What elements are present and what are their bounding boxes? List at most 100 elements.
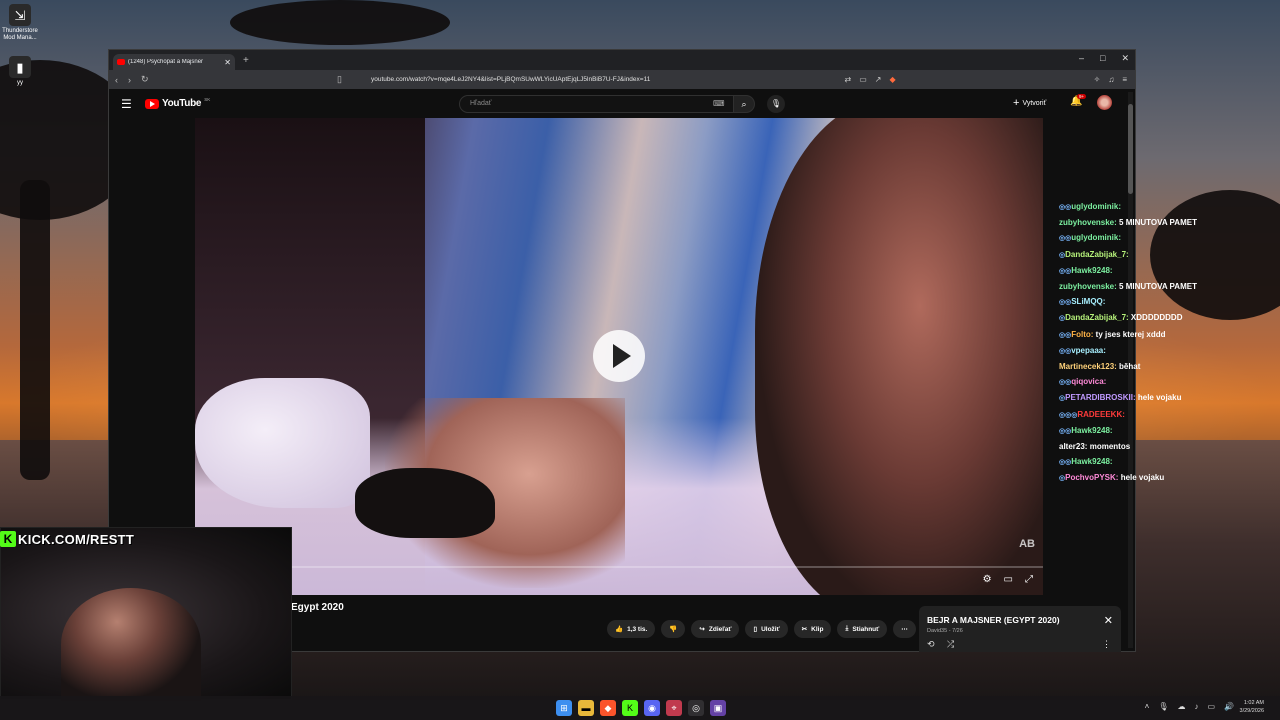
- download-label: Stiahnuť: [852, 625, 880, 633]
- chat-message: ◎◎uglydominik:: [1059, 230, 1229, 246]
- search-input[interactable]: Hľadať: [459, 95, 735, 113]
- discord-icon[interactable]: ◉: [644, 700, 660, 716]
- url-field[interactable]: youtube.com/watch?v=mqe4LeJ2NY4&list=PLj…: [371, 76, 650, 83]
- shuffle-icon[interactable]: ⤮: [947, 639, 954, 650]
- theater-mode-icon[interactable]: ▭: [1004, 574, 1013, 585]
- brave-browser-icon[interactable]: ◆: [600, 700, 616, 716]
- maximize-icon[interactable]: □: [1100, 53, 1105, 64]
- minimize-icon[interactable]: –: [1079, 53, 1084, 64]
- taskbar-apps: ⊞ ▬ ◆ K ◉ ⌖ ◎ ▣: [556, 700, 726, 716]
- chat-username[interactable]: vpepaaa:: [1071, 346, 1106, 355]
- file-explorer-icon[interactable]: ▬: [578, 700, 594, 716]
- extensions-icon[interactable]: ✧: [1094, 75, 1101, 84]
- player-controls-right: ⚙ ▭ ⤢: [983, 574, 1033, 585]
- chat-username[interactable]: uglydominik:: [1071, 233, 1121, 242]
- bookmark-icon[interactable]: ▯: [337, 74, 342, 85]
- chat-message: alter23: momentos: [1059, 439, 1229, 454]
- download-button[interactable]: ⤓ Stiahnuť: [837, 620, 888, 638]
- chat-message: ◎◎Hawk9248:: [1059, 454, 1229, 470]
- chat-username[interactable]: Hawk9248:: [1071, 457, 1112, 466]
- close-window-icon[interactable]: ✕: [1121, 53, 1129, 64]
- chat-username[interactable]: zubyhovenske:: [1059, 218, 1117, 227]
- browser-tab[interactable]: (1248) Psychopat a Majsner ✕: [113, 54, 235, 70]
- maps-pin-icon[interactable]: ⌖: [666, 700, 682, 716]
- address-bar-actions: ⇄ ▭ ↗ ◆ ✧ ♫ ≡: [845, 75, 1128, 84]
- save-label: Uložiť: [761, 625, 780, 633]
- avatar[interactable]: [1097, 95, 1112, 110]
- chat-username[interactable]: SLiMQQ:: [1071, 297, 1105, 306]
- dislike-button[interactable]: 👎: [661, 620, 686, 638]
- twitch-icon[interactable]: ▣: [710, 700, 726, 716]
- windows-start-icon[interactable]: ⊞: [556, 700, 572, 716]
- desktop-icon-thunderstore[interactable]: ⇲ Thunderstore Mod Mana...: [0, 4, 40, 42]
- chat-username[interactable]: PETARDIBROSKII:: [1065, 393, 1136, 402]
- chevron-up-icon[interactable]: ˄: [1145, 702, 1150, 711]
- back-icon[interactable]: ‹: [115, 75, 118, 85]
- network-icon[interactable]: ▭: [1207, 702, 1215, 711]
- scrollbar-thumb[interactable]: [1128, 104, 1133, 194]
- chat-username[interactable]: uglydominik:: [1071, 202, 1121, 211]
- progress-bar[interactable]: [195, 566, 1043, 568]
- chat-text: 5 MINUTOVA PAMET: [1119, 282, 1197, 292]
- browser-menu-icon[interactable]: ≡: [1122, 75, 1127, 84]
- more-actions-button[interactable]: ⋯: [893, 620, 916, 638]
- share-button[interactable]: ↪ Zdieľať: [691, 620, 740, 638]
- search-button[interactable]: ⌕: [733, 95, 755, 113]
- chat-username[interactable]: Folto:: [1071, 330, 1093, 339]
- chat-username[interactable]: Hawk9248:: [1071, 426, 1112, 435]
- chat-username[interactable]: alter23:: [1059, 442, 1087, 451]
- audio-icon[interactable]: ♪: [1194, 702, 1198, 711]
- chat-username[interactable]: RADEEEKK:: [1077, 410, 1125, 419]
- loop-icon[interactable]: ⟲: [927, 639, 935, 650]
- hamburger-menu-icon[interactable]: ☰: [121, 97, 132, 111]
- more-vertical-icon[interactable]: ⋮: [1102, 639, 1111, 650]
- save-button[interactable]: ▯ Uložiť: [745, 620, 788, 638]
- chat-username[interactable]: qiqovica:: [1071, 377, 1106, 386]
- video-player[interactable]: AB ⚙ ▭ ⤢: [195, 118, 1043, 595]
- cast-icon[interactable]: ▭: [859, 75, 867, 84]
- chat-username[interactable]: zubyhovenske:: [1059, 282, 1117, 291]
- like-button[interactable]: 👍 1,3 tis.: [607, 620, 656, 638]
- translate-icon[interactable]: ⇄: [845, 75, 852, 84]
- close-tab-icon[interactable]: ✕: [224, 58, 231, 67]
- kick-app-icon[interactable]: K: [622, 700, 638, 716]
- create-button[interactable]: + Vytvoriť: [1013, 97, 1046, 109]
- notifications-button[interactable]: 🔔 9+: [1070, 94, 1087, 107]
- chat-text: hele vojaku: [1120, 473, 1165, 483]
- play-button[interactable]: [593, 330, 645, 382]
- new-tab-icon[interactable]: +: [243, 55, 249, 66]
- chat-username[interactable]: DandaZabijak_7:: [1065, 313, 1129, 322]
- chat-username[interactable]: Martinecek123:: [1059, 362, 1117, 371]
- voice-search-button[interactable]: 🎙: [767, 95, 785, 113]
- reload-icon[interactable]: ↻: [141, 74, 149, 85]
- share-label: Zdieľať: [708, 625, 732, 633]
- volume-icon[interactable]: 🔊: [1224, 702, 1234, 711]
- microphone-tray-icon[interactable]: 🎙: [1158, 702, 1168, 711]
- video-title: Egypt 2020: [291, 602, 344, 613]
- taskbar: ⊞ ▬ ◆ K ◉ ⌖ ◎ ▣ ˄ 🎙 ☁ ♪ ▭ 🔊 1:02 AM 3/29…: [0, 696, 1280, 720]
- desktop-icon-label: Thunderstore Mod Mana...: [2, 28, 38, 41]
- fullscreen-icon[interactable]: ⤢: [1025, 574, 1033, 585]
- playlist-title[interactable]: BEJR A MAJSNER (EGYPT 2020): [927, 615, 1060, 625]
- shield-icon[interactable]: ◆: [889, 75, 895, 84]
- chat-username[interactable]: Hawk9248:: [1071, 266, 1112, 275]
- chat-text: ty jses kterej xddd: [1095, 329, 1166, 339]
- chat-username[interactable]: PochvoPYSK:: [1065, 473, 1118, 482]
- cloud-icon[interactable]: ☁: [1177, 702, 1185, 711]
- settings-gear-icon[interactable]: ⚙: [983, 574, 992, 585]
- chat-username[interactable]: DandaZabijak_7:: [1065, 250, 1129, 259]
- system-clock[interactable]: 1:02 AM 3/29/2026: [1240, 699, 1264, 715]
- youtube-logo[interactable]: YouTube SK: [145, 97, 211, 109]
- obs-icon[interactable]: ◎: [688, 700, 704, 716]
- clip-button[interactable]: ✂ Klip: [793, 620, 832, 638]
- video-frame-shorts: [355, 468, 495, 538]
- country-code: SK: [204, 97, 211, 102]
- music-icon[interactable]: ♫: [1108, 75, 1114, 84]
- share-icon[interactable]: ↗: [875, 75, 882, 84]
- forward-icon[interactable]: ›: [128, 75, 131, 85]
- desktop-icon-yy[interactable]: ▮ yy: [0, 56, 40, 87]
- clock-time: 1:02 AM: [1243, 700, 1264, 706]
- close-icon[interactable]: ✕: [1104, 614, 1113, 627]
- chat-badge-icon: ◎◎: [1059, 204, 1072, 211]
- channel-watermark[interactable]: AB: [1019, 538, 1035, 550]
